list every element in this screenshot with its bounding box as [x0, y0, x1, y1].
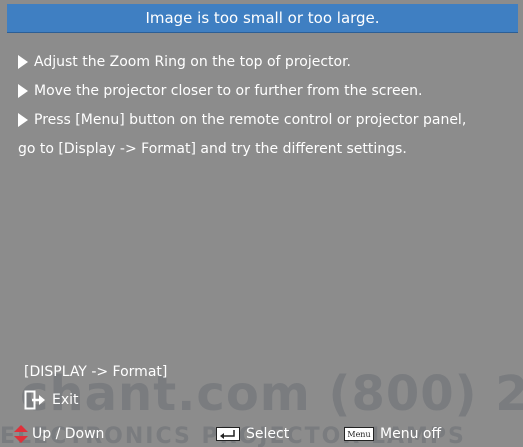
- bullet-arrow-icon: [18, 54, 28, 69]
- select-label: Select: [246, 426, 290, 442]
- exit-icon: [24, 390, 45, 410]
- up-down-arrow-icon: [14, 425, 28, 443]
- menu-off-label: Menu off: [380, 426, 442, 442]
- exit-button[interactable]: Exit: [24, 390, 79, 410]
- menu-key-icon: Menu: [344, 427, 374, 441]
- instruction-item: Move the projector closer to or further …: [18, 76, 518, 105]
- page-title: Image is too small or too large.: [145, 9, 380, 27]
- exit-label: Exit: [52, 392, 79, 408]
- menu-off-hint: Menu Menu off: [344, 421, 441, 447]
- instruction-text: Press [Menu] button on the remote contro…: [34, 111, 467, 128]
- title-bar: Image is too small or too large.: [7, 4, 518, 33]
- instruction-text: Move the projector closer to or further …: [34, 82, 423, 99]
- instruction-text: Adjust the Zoom Ring on the top of proje…: [34, 53, 352, 70]
- bullet-arrow-icon: [18, 112, 28, 127]
- updown-label: Up / Down: [32, 426, 105, 442]
- updown-hint: Up / Down: [14, 421, 104, 447]
- instruction-list: Adjust the Zoom Ring on the top of proje…: [18, 47, 518, 163]
- bullet-arrow-icon: [18, 83, 28, 98]
- menu-path-label: [DISPLAY -> Format]: [24, 364, 168, 380]
- enter-key-icon: [216, 427, 240, 441]
- help-screen: Image is too small or too large. Adjust …: [0, 0, 523, 447]
- instruction-item: Press [Menu] button on the remote contro…: [18, 105, 518, 134]
- instruction-continuation: go to [Display -> Format] and try the di…: [18, 134, 518, 163]
- instruction-item: Adjust the Zoom Ring on the top of proje…: [18, 47, 518, 76]
- select-hint: Select: [216, 421, 289, 447]
- instruction-text: go to [Display -> Format] and try the di…: [18, 140, 407, 157]
- footer-hints: Up / Down Select Menu Menu off: [0, 421, 523, 447]
